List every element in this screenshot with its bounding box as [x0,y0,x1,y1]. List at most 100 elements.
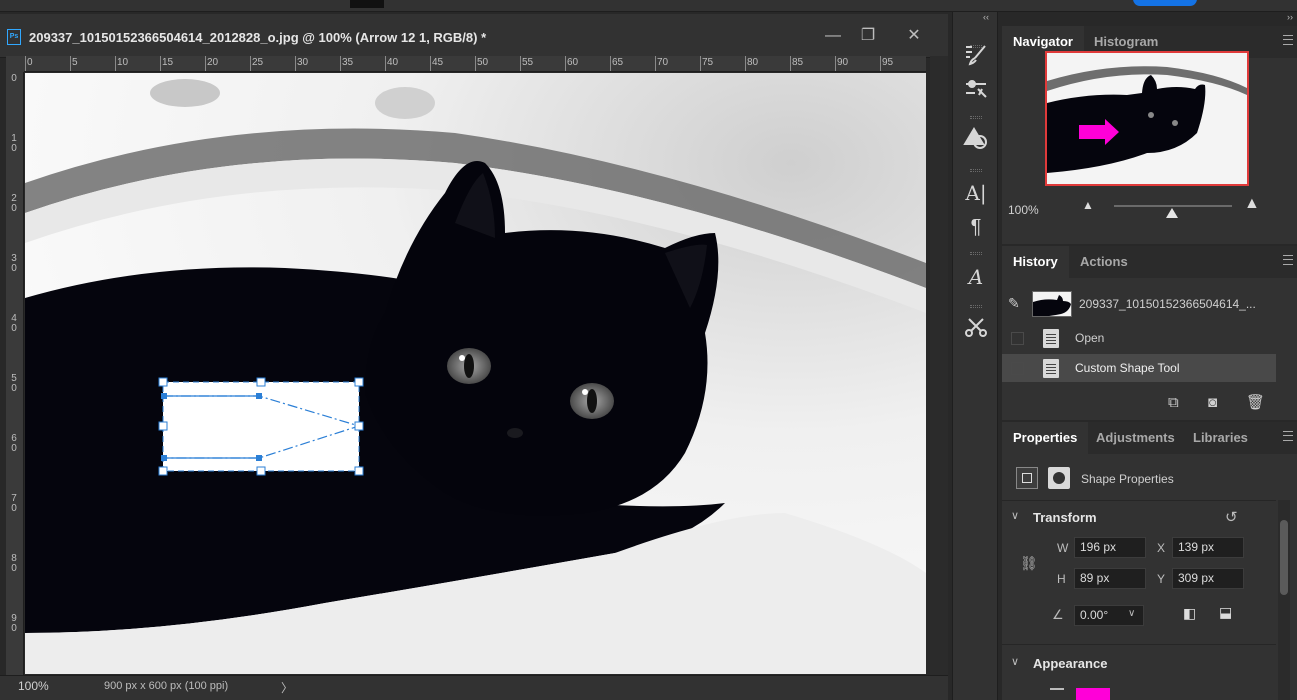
ruler-tick [700,56,701,71]
flip-vertical-icon[interactable]: ⬓ [1219,604,1232,621]
adjustments-icon[interactable] [961,76,991,106]
chevron-down-icon[interactable]: ∨ [1011,509,1019,522]
brush-settings-icon[interactable] [961,42,991,72]
chevron-down-icon[interactable]: ∨ [1128,608,1135,619]
x-field[interactable]: 139 px [1172,537,1244,558]
height-field[interactable]: 89 px [1074,568,1146,589]
scrollbar-thumb[interactable] [1280,520,1288,595]
fill-color-swatch[interactable] [1076,688,1110,700]
history-checkbox[interactable] [1011,362,1024,375]
zoom-slider-knob[interactable] [1166,208,1178,218]
restore-icon[interactable]: ❐ [855,26,881,46]
history-item-open[interactable]: Open [1002,324,1276,352]
character-icon[interactable]: A| [961,178,991,208]
close-icon[interactable]: ✕ [901,26,927,46]
ruler-tick-label: 0 [11,73,17,84]
shapes-icon[interactable] [961,126,991,156]
ruler-tick-label: 20 [207,57,219,68]
ruler-tick [385,56,386,71]
grip-icon[interactable] [970,252,982,255]
grip-icon[interactable] [970,116,982,119]
navigator-thumbnail [1047,53,1247,184]
height-label: H [1057,572,1066,586]
ruler-tick-label: 70 [11,493,17,514]
panel-menu-icon[interactable] [1283,35,1293,45]
ruler-tick-label: 80 [11,553,17,574]
appearance-title[interactable]: Appearance [1033,656,1107,671]
ruler-tick-label: 90 [837,57,849,68]
ruler-tick-label: 30 [297,57,309,68]
arrow-shape[interactable] [158,377,364,476]
share-button[interactable] [1133,0,1197,6]
y-field[interactable]: 309 px [1172,568,1244,589]
collapse-panels-icon[interactable]: ‹‹ [983,12,989,22]
trash-icon[interactable]: 🗑 [1246,393,1265,411]
live-shape-icon[interactable] [1016,467,1038,489]
tab-libraries[interactable]: Libraries [1182,422,1259,454]
tool-presets-icon[interactable] [961,314,991,344]
link-icon[interactable]: ⛓ [1020,555,1038,572]
properties-scrollbar[interactable] [1278,500,1290,700]
history-brush-icon[interactable]: ✎ [1008,295,1020,312]
fill-icon [1050,688,1064,690]
history-item-custom-shape[interactable]: Custom Shape Tool [1002,354,1276,382]
flip-horizontal-icon[interactable]: ◧ [1183,605,1196,622]
ruler-tick-label: 20 [11,193,17,214]
ruler-tick-label: 50 [477,57,489,68]
ruler-origin[interactable] [6,56,24,72]
ruler-tick-label: 65 [612,57,624,68]
history-snapshot[interactable]: ✎ 209337_10150152366504614_... [1002,289,1276,319]
paragraph-icon[interactable]: ¶ [961,212,991,242]
transform-title[interactable]: Transform [1033,510,1097,525]
reset-icon[interactable]: ↺ [1225,508,1238,526]
ruler-tick [835,56,836,71]
width-field[interactable]: 196 px [1074,537,1146,558]
width-label: W [1057,541,1069,555]
navigator-preview[interactable] [1045,51,1249,186]
zoom-in-icon[interactable]: ▲ [1244,195,1260,213]
ruler-tick-label: 55 [522,57,534,68]
tab-history[interactable]: History [1002,246,1069,278]
minimize-icon[interactable]: — [820,26,846,46]
glyphs-icon[interactable]: A [961,262,991,292]
camera-icon[interactable]: ◙ [1208,394,1217,411]
ruler-tick-label: 75 [702,57,714,68]
vertical-scrollbar[interactable] [930,56,948,675]
tab-actions[interactable]: Actions [1069,246,1139,278]
arrow-preset-swatch[interactable] [350,0,384,8]
ruler-tick-label: 45 [432,57,444,68]
vertical-ruler[interactable]: 0 10 20 30 40 50 60 70 80 90 [6,72,24,675]
chevron-down-icon[interactable]: ∨ [1011,655,1019,668]
expand-panels-icon[interactable]: ›› [1287,12,1293,22]
zoom-level[interactable]: 100% [18,679,49,693]
mask-icon[interactable] [1048,467,1070,489]
properties-heading: Shape Properties [1081,472,1174,486]
panel-menu-icon[interactable] [1283,255,1293,265]
ruler-tick [25,56,26,71]
x-label: X [1157,541,1166,555]
navigator-zoom[interactable]: 100% [1008,203,1039,217]
ruler-tick [70,56,71,71]
panel-menu-icon[interactable] [1283,431,1293,441]
ruler-tick-label: 40 [387,57,399,68]
zoom-slider-track[interactable] [1114,205,1232,207]
tab-adjustments[interactable]: Adjustments [1085,422,1186,454]
ruler-tick-label: 40 [11,313,17,334]
history-checkbox[interactable] [1011,332,1024,345]
ruler-tick [205,56,206,71]
ruler-tick [565,56,566,71]
options-bar [0,0,1297,12]
grip-icon[interactable] [970,305,982,308]
tab-properties[interactable]: Properties [1002,422,1089,454]
ruler-tick-label: 85 [792,57,804,68]
ruler-tick-label: 35 [342,57,354,68]
zoom-out-icon[interactable]: ▲ [1082,198,1094,212]
grip-icon[interactable] [970,169,982,172]
new-document-from-state-icon[interactable]: ⧉ [1168,394,1179,411]
horizontal-ruler[interactable]: 0 5 10 15 20 25 30 35 40 45 50 55 60 65 70 75 80 85 90 95 [24,56,926,72]
cat-photo [25,73,926,674]
chevron-right-icon[interactable]: 〉 [281,679,293,696]
canvas[interactable] [25,73,926,674]
ruler-tick [520,56,521,71]
document-title: 209337_10150152366504614_2012828_o.jpg @… [29,30,487,45]
